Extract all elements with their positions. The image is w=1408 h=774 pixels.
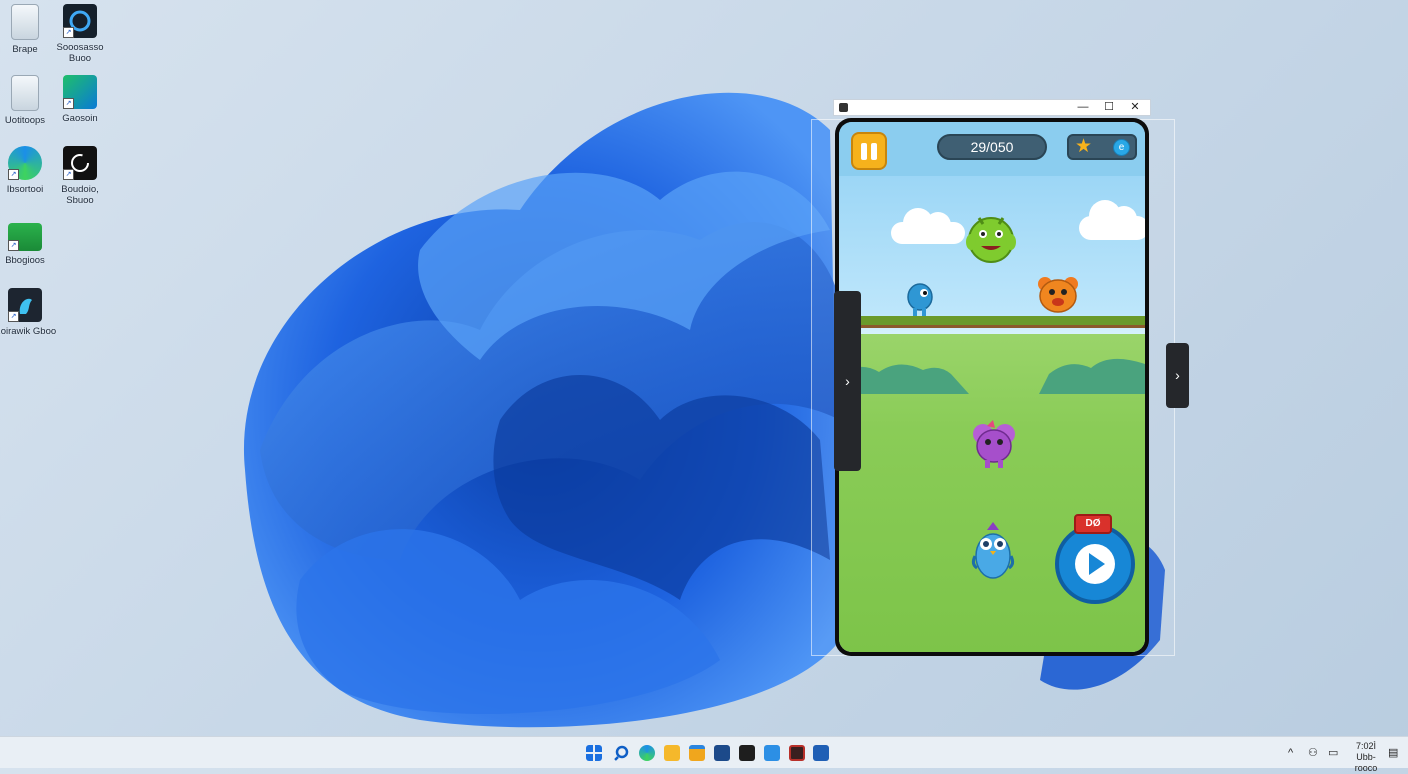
shortcut-arrow-icon: ↗ — [63, 98, 74, 109]
green-monster-icon[interactable] — [963, 208, 1019, 268]
recycle-bin-full-icon — [11, 75, 39, 111]
purple-creature-icon[interactable] — [969, 416, 1019, 472]
edge-icon: ↗ — [8, 146, 42, 180]
shortcut-arrow-icon: ↗ — [63, 27, 74, 38]
folder-green-icon: ↗ — [8, 223, 42, 251]
clock-time: 7:02Ì — [1355, 741, 1377, 751]
cloud — [891, 208, 965, 244]
play-icon — [1089, 553, 1105, 575]
app-shortcut-icon: ↗ — [63, 4, 97, 38]
chat-icon[interactable] — [764, 745, 780, 761]
file-explorer-icon[interactable] — [664, 745, 680, 761]
game-shortcut-icon: ↗ — [8, 288, 42, 322]
desktop-icon-label: Boudoio, Sbuoo — [61, 184, 99, 206]
phone-frame: 29/050 ★ e DØ — [835, 118, 1149, 656]
battery-icon[interactable]: ▭ — [1328, 746, 1338, 760]
blue-owl-icon[interactable] — [969, 522, 1017, 584]
game-shortcut-icon: ↗ — [63, 75, 97, 109]
recycle-bin-icon — [11, 4, 39, 40]
desktop-icon-7[interactable]: ↗ Bbogioos — [0, 217, 57, 266]
desktop-icon-label: Sooosasso Buoo — [56, 42, 104, 64]
shortcut-arrow-icon: ↗ — [8, 169, 19, 180]
app-icon — [839, 103, 848, 112]
coin-icon: e — [1113, 139, 1130, 156]
minimize-button[interactable]: — — [1070, 100, 1096, 115]
side-panel-handle-left[interactable]: › — [834, 291, 861, 471]
background-bushes — [839, 358, 1145, 394]
folder-icon[interactable] — [689, 745, 705, 761]
chevron-up-icon[interactable]: ^ — [1288, 746, 1293, 760]
shortcut-arrow-icon: ↗ — [8, 311, 19, 322]
taskbar: ^ ⚇ ▭ 7:02Ì Ubb-rooco ▤ — [0, 736, 1408, 773]
game-screen[interactable]: 29/050 ★ e DØ — [839, 122, 1145, 652]
play-badge: DØ — [1074, 514, 1112, 534]
rewards-panel[interactable]: ★ e — [1067, 134, 1137, 160]
shortcut-arrow-icon: ↗ — [63, 169, 74, 180]
cloud — [1079, 200, 1145, 240]
search-icon[interactable] — [614, 745, 630, 761]
window-titlebar[interactable]: — ☐ ✕ — [833, 99, 1151, 116]
orange-bear-icon[interactable] — [1035, 274, 1081, 318]
pause-icon-bar — [871, 143, 877, 160]
clock-date: Ubb-rooco — [1354, 752, 1378, 773]
edge-icon[interactable] — [639, 745, 655, 761]
play-button-face — [1075, 544, 1115, 584]
close-button[interactable]: ✕ — [1122, 100, 1148, 115]
desktop-icon-6[interactable]: ↗ Boudoio, Sbuoo — [48, 146, 112, 206]
blue-blob-icon[interactable] — [905, 280, 935, 318]
settings-icon[interactable] — [813, 745, 829, 761]
desktop-icon-4[interactable]: ↗ Gaosoin — [48, 75, 112, 124]
score-counter: 29/050 — [937, 134, 1047, 160]
pause-button[interactable] — [851, 132, 887, 170]
shortcut-arrow-icon: ↗ — [8, 240, 19, 251]
app-shortcut-icon: ↗ — [63, 146, 97, 180]
desktop-wallpaper — [243, 92, 1165, 728]
terminal-icon[interactable] — [739, 745, 755, 761]
pause-icon — [861, 143, 867, 160]
store-icon[interactable] — [714, 745, 730, 761]
star-icon: ★ — [1075, 136, 1093, 157]
play-button[interactable] — [1055, 524, 1135, 604]
media-icon[interactable] — [789, 745, 805, 761]
desktop-icon-label: Gaosoin — [62, 113, 98, 124]
network-icon[interactable]: ⚇ — [1308, 746, 1318, 760]
desktop-icon-8[interactable]: ↗ Roirawik Gboo — [0, 288, 57, 337]
notification-icon[interactable]: ▤ — [1388, 746, 1398, 760]
windows-start-icon[interactable] — [586, 745, 602, 761]
desktop-icon-2[interactable]: ↗ Sooosasso Buoo — [48, 4, 112, 64]
clock[interactable]: 7:02Ì Ubb-rooco — [1346, 741, 1386, 774]
desktop-icon-label: Bbogioos — [5, 255, 45, 266]
grass-platform — [861, 316, 1145, 328]
desktop-icon-label: Roirawik Gboo — [0, 326, 57, 337]
side-panel-handle-right[interactable]: › — [1166, 343, 1189, 408]
maximize-button[interactable]: ☐ — [1096, 100, 1122, 115]
